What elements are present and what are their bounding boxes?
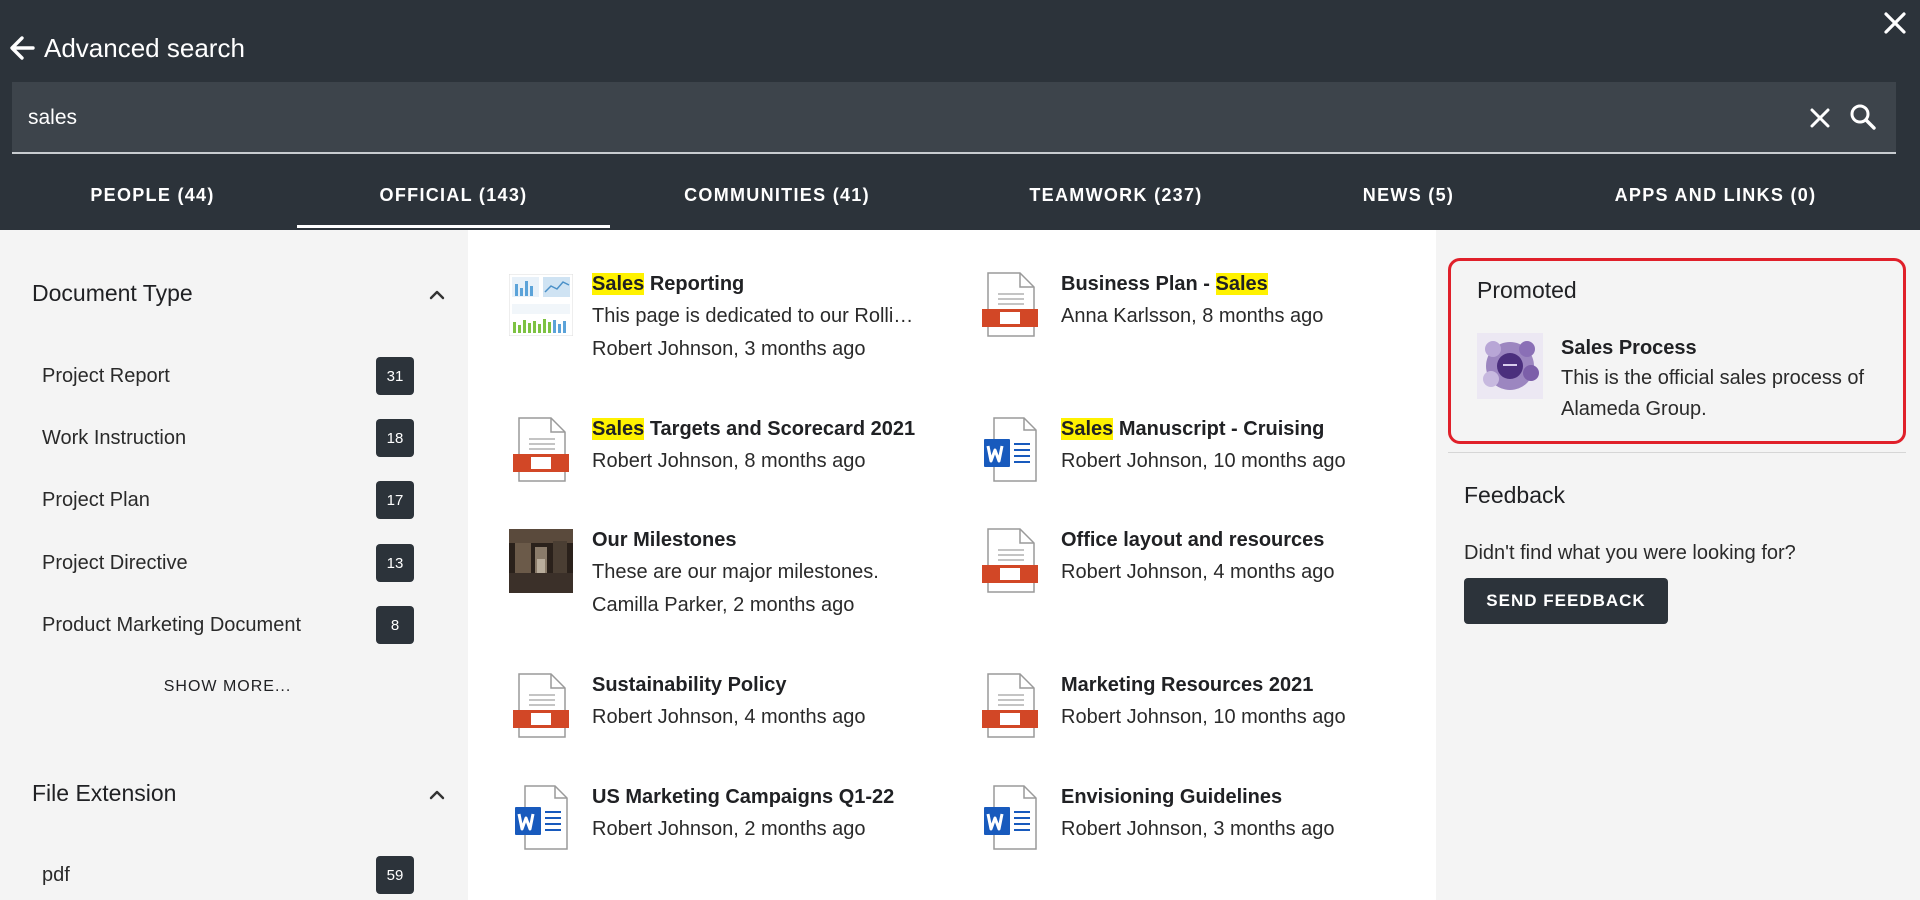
tab-people[interactable]: PEOPLE (44) [0, 160, 305, 230]
tab-news[interactable]: NEWS (5) [1288, 160, 1529, 230]
facet-label: Product Marketing Document [42, 613, 302, 636]
result-meta: Camilla Parker, 2 months ago [592, 594, 855, 616]
result-meta: Robert Johnson, 3 months ago [592, 338, 866, 360]
process-diagram-thumbnail [1477, 333, 1543, 399]
result-description: This page is dedicated to our Rolli… [592, 305, 914, 327]
result-tabs: PEOPLE (44) OFFICIAL (143) COMMUNITIES (… [0, 160, 1920, 230]
search-highlight: Sales [592, 418, 645, 440]
facet-project-plan[interactable]: Project Plan 17 [42, 480, 414, 520]
promoted-heading: Promoted [1477, 277, 1577, 303]
close-button[interactable] [1878, 6, 1912, 40]
tab-communities[interactable]: COMMUNITIES (41) [610, 160, 944, 230]
chart-thumbnail [508, 272, 574, 338]
search-button[interactable] [1848, 102, 1878, 132]
result-meta: Robert Johnson, 4 months ago [1061, 561, 1335, 583]
presentation-file-icon [513, 417, 569, 483]
result-title: Sales Manuscript - Cruising [1061, 418, 1325, 440]
close-icon [1884, 12, 1906, 34]
count-badge: 8 [376, 606, 414, 644]
presentation-file-icon [982, 673, 1038, 739]
facet-label: Project Report [42, 364, 170, 387]
right-panel: Promoted Sales Process This is the offic… [1436, 230, 1920, 900]
result-title: Office layout and resources [1061, 529, 1325, 551]
file-extension-heading: File Extension [32, 780, 177, 806]
collapse-document-type-button[interactable] [426, 284, 448, 306]
tab-teamwork[interactable]: TEAMWORK (237) [944, 160, 1288, 230]
result-title: Sales Reporting [592, 273, 745, 295]
results-list: Sales Reporting This page is dedicated t… [468, 230, 1436, 900]
result-meta: Robert Johnson, 8 months ago [592, 450, 866, 472]
result-meta: Robert Johnson, 10 months ago [1061, 450, 1346, 472]
result-title: Business Plan - Sales [1061, 273, 1268, 295]
facet-project-directive[interactable]: Project Directive 13 [42, 543, 414, 583]
facet-product-marketing-document[interactable]: Product Marketing Document 8 [42, 605, 414, 645]
count-badge: 31 [376, 357, 414, 395]
promoted-section: Promoted Sales Process This is the offic… [1448, 258, 1906, 444]
chevron-up-icon [429, 790, 445, 800]
count-badge: 17 [376, 481, 414, 519]
presentation-file-icon [982, 528, 1038, 594]
promoted-item-description: Alameda Group. [1561, 398, 1707, 420]
facet-work-instruction[interactable]: Work Instruction 18 [42, 418, 414, 458]
facet-label: Work Instruction [42, 426, 187, 449]
tab-official[interactable]: OFFICIAL (143) [297, 160, 610, 230]
result-title: Our Milestones [592, 529, 737, 551]
result-title: Sales Targets and Scorecard 2021 [592, 418, 916, 440]
photo-thumbnail [508, 528, 574, 594]
word-file-icon [982, 785, 1038, 851]
arrow-left-icon [10, 36, 35, 60]
feedback-heading: Feedback [1464, 482, 1566, 508]
filter-sidebar: Document Type Project Report 31 Work Ins… [0, 230, 468, 900]
result-description: These are our major milestones. [592, 561, 879, 583]
send-feedback-button[interactable]: SEND FEEDBACK [1464, 578, 1668, 624]
feedback-question: Didn't find what you were looking for? [1464, 542, 1796, 564]
clear-search-button[interactable] [1806, 104, 1834, 132]
result-title: Marketing Resources 2021 [1061, 674, 1314, 696]
result-meta: Robert Johnson, 4 months ago [592, 706, 866, 728]
count-badge: 18 [376, 419, 414, 457]
presentation-file-icon [982, 272, 1038, 338]
facet-pdf[interactable]: pdf 59 [42, 855, 414, 895]
show-more-button[interactable]: SHOW MORE... [0, 678, 455, 696]
result-title: Sustainability Policy [592, 674, 787, 696]
page-title: Advanced search [44, 32, 245, 63]
document-type-heading: Document Type [32, 280, 193, 306]
chevron-up-icon [429, 290, 445, 300]
divider [1448, 452, 1906, 453]
result-meta: Robert Johnson, 10 months ago [1061, 706, 1346, 728]
count-badge: 13 [376, 544, 414, 582]
search-highlight: Sales [592, 273, 645, 295]
collapse-file-extension-button[interactable] [426, 784, 448, 806]
search-icon [1850, 104, 1876, 130]
tab-apps-and-links[interactable]: APPS AND LINKS (0) [1529, 160, 1902, 230]
search-highlight: Sales [1061, 418, 1114, 440]
count-badge: 59 [376, 856, 414, 894]
result-meta: Anna Karlsson, 8 months ago [1061, 305, 1324, 327]
word-file-icon [982, 417, 1038, 483]
back-button[interactable] [8, 34, 36, 62]
promoted-item-description: This is the official sales process of [1561, 367, 1865, 389]
search-bar [12, 82, 1896, 154]
result-title: US Marketing Campaigns Q1-22 [592, 786, 895, 808]
search-highlight: Sales [1215, 273, 1268, 295]
word-file-icon [513, 785, 569, 851]
facet-label: Project Plan [42, 488, 150, 511]
result-meta: Robert Johnson, 2 months ago [592, 818, 866, 840]
result-title: Envisioning Guidelines [1061, 786, 1283, 808]
search-input[interactable] [26, 96, 1790, 140]
promoted-item[interactable]: Sales Process This is the official sales… [1477, 333, 1897, 433]
close-icon [1810, 108, 1830, 128]
facet-project-report[interactable]: Project Report 31 [42, 356, 414, 396]
presentation-file-icon [513, 673, 569, 739]
search-header: Advanced search PEOPLE (44) OFFICIAL (14… [0, 0, 1920, 230]
promoted-item-title: Sales Process [1561, 337, 1697, 359]
facet-label: Project Directive [42, 551, 188, 574]
facet-label: pdf [42, 863, 70, 886]
result-meta: Robert Johnson, 3 months ago [1061, 818, 1335, 840]
